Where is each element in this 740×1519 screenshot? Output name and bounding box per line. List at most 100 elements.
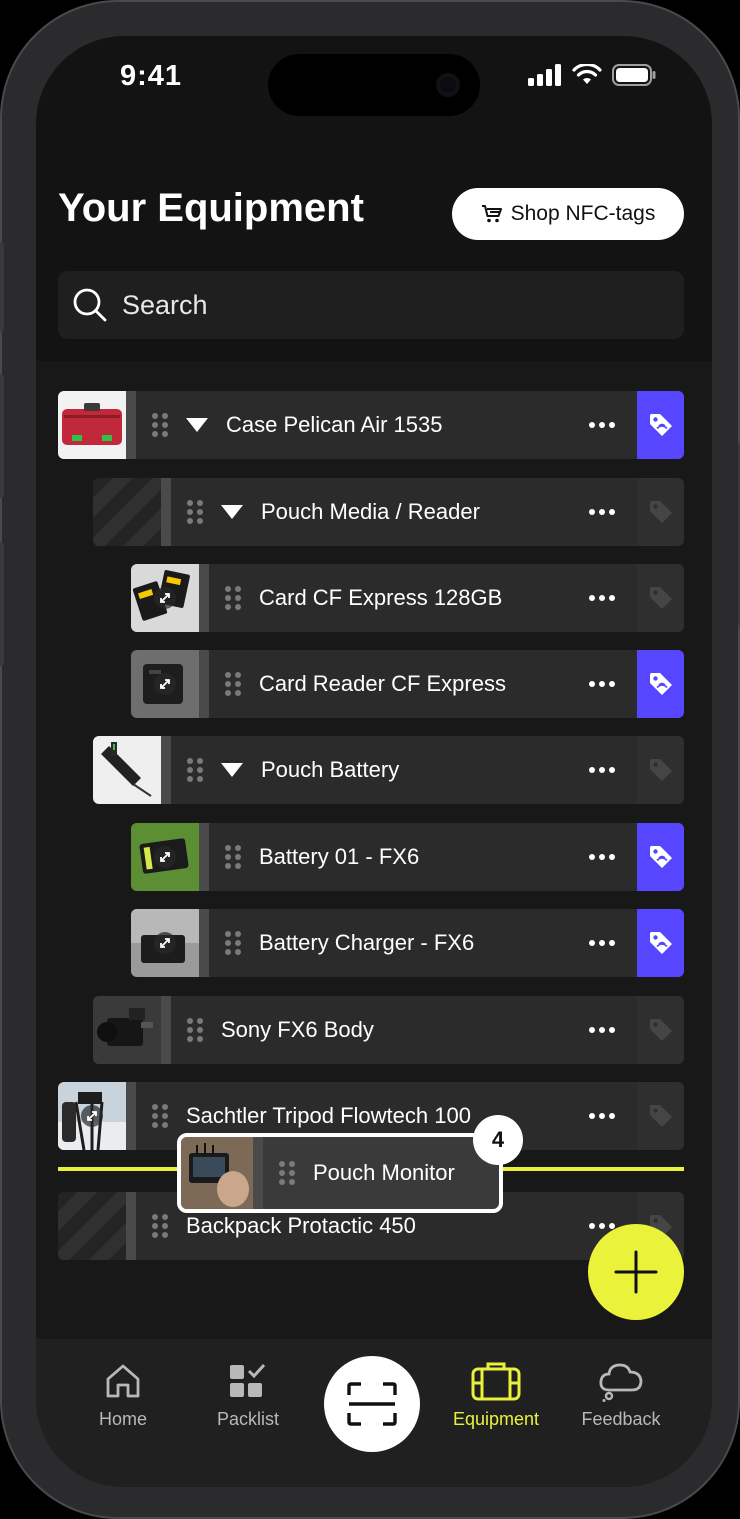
side-button bbox=[0, 374, 4, 498]
item-thumbnail bbox=[93, 478, 161, 546]
list-item[interactable]: Card CF Express 128GB bbox=[131, 564, 684, 632]
item-label: Battery Charger - FX6 bbox=[259, 930, 475, 955]
tab-bar: Home Packlist Equipment Feedback bbox=[36, 1339, 712, 1487]
expand-caret-icon[interactable] bbox=[186, 418, 208, 432]
item-label: Sachtler Tripod Flowtech 100 bbox=[186, 1103, 471, 1128]
item-label: Pouch Media / Reader bbox=[261, 499, 480, 524]
list-item[interactable]: Pouch Media / Reader bbox=[93, 478, 684, 546]
item-thumbnail bbox=[93, 736, 161, 804]
list-item[interactable]: Card Reader CF Express bbox=[131, 650, 684, 718]
drag-handle-icon[interactable] bbox=[152, 413, 168, 437]
drag-handle-icon[interactable] bbox=[279, 1161, 295, 1185]
list-item[interactable]: Pouch Battery bbox=[93, 736, 684, 804]
item-thumbnail bbox=[131, 823, 199, 891]
search-input[interactable]: Search bbox=[58, 271, 684, 339]
item-thumbnail bbox=[58, 1082, 126, 1150]
nfc-tag-icon[interactable] bbox=[637, 736, 684, 804]
item-label: Card CF Express 128GB bbox=[259, 585, 503, 610]
item-thumbnail bbox=[131, 909, 199, 977]
more-icon[interactable] bbox=[589, 854, 615, 860]
dynamic-island bbox=[268, 54, 480, 116]
item-label: Pouch Monitor bbox=[313, 1160, 455, 1185]
more-icon[interactable] bbox=[589, 940, 615, 946]
list-item[interactable]: Case Pelican Air 1535 bbox=[58, 391, 684, 459]
drag-count-badge: 4 bbox=[473, 1115, 523, 1165]
status-time: 9:41 bbox=[120, 60, 183, 92]
drag-handle-icon[interactable] bbox=[152, 1214, 168, 1238]
item-label: Pouch Battery bbox=[261, 757, 400, 782]
cart-icon bbox=[481, 205, 502, 223]
item-label: Card Reader CF Express bbox=[259, 671, 506, 696]
camera-icon bbox=[436, 73, 460, 97]
more-icon[interactable] bbox=[589, 1027, 615, 1033]
more-icon[interactable] bbox=[589, 1113, 615, 1119]
drag-handle-icon[interactable] bbox=[187, 1018, 203, 1042]
nfc-tag-icon[interactable] bbox=[637, 391, 684, 459]
page-title: Your Equipment bbox=[58, 186, 364, 230]
nfc-tag-icon[interactable] bbox=[637, 478, 684, 546]
more-icon[interactable] bbox=[589, 509, 615, 515]
item-thumbnail bbox=[93, 996, 161, 1064]
nfc-tag-icon[interactable] bbox=[637, 909, 684, 977]
more-icon[interactable] bbox=[589, 422, 615, 428]
item-thumbnail bbox=[131, 564, 199, 632]
signal-icon bbox=[528, 64, 561, 86]
phone-frame: 9:41 Your Equipment Shop NFC-tags Search bbox=[0, 0, 740, 1519]
nfc-tag-icon[interactable] bbox=[637, 823, 684, 891]
search-icon bbox=[73, 288, 107, 322]
more-icon[interactable] bbox=[589, 595, 615, 601]
item-label: Sony FX6 Body bbox=[221, 1017, 374, 1042]
list-item[interactable]: Battery 01 - FX6 bbox=[131, 823, 684, 891]
item-thumbnail bbox=[58, 1192, 126, 1260]
scan-icon bbox=[347, 1382, 397, 1426]
packlist-icon bbox=[230, 1363, 266, 1397]
tab-label: Packlist bbox=[216, 1409, 279, 1429]
drag-handle-icon[interactable] bbox=[225, 586, 241, 610]
item-thumbnail bbox=[58, 391, 126, 459]
drag-handle-icon[interactable] bbox=[187, 758, 203, 782]
list-item[interactable]: Sony FX6 Body bbox=[93, 996, 684, 1064]
tab-label: Home bbox=[98, 1409, 147, 1429]
nfc-tag-icon[interactable] bbox=[637, 650, 684, 718]
plus-icon bbox=[614, 1250, 658, 1294]
drag-handle-icon[interactable] bbox=[225, 672, 241, 696]
expand-caret-icon[interactable] bbox=[221, 505, 243, 519]
wifi-icon bbox=[572, 64, 602, 84]
item-thumbnail bbox=[181, 1137, 253, 1209]
search-placeholder: Search bbox=[122, 289, 208, 320]
item-thumbnail bbox=[131, 650, 199, 718]
list-item[interactable]: Battery Charger - FX6 bbox=[131, 909, 684, 977]
shop-nfc-label: Shop NFC-tags bbox=[510, 202, 656, 225]
item-label: Battery 01 - FX6 bbox=[259, 844, 420, 869]
nfc-tag-icon[interactable] bbox=[637, 996, 684, 1064]
side-button bbox=[0, 242, 4, 332]
cloud-icon bbox=[599, 1363, 643, 1402]
tab-equipment[interactable]: Equipment bbox=[436, 1359, 556, 1430]
status-icons bbox=[528, 64, 656, 86]
dragged-item[interactable]: Pouch Monitor bbox=[177, 1133, 503, 1213]
expand-caret-icon[interactable] bbox=[221, 763, 243, 777]
tab-feedback[interactable]: Feedback bbox=[561, 1359, 681, 1430]
tab-label: Equipment bbox=[452, 1409, 540, 1429]
item-label: Backpack Protactic 450 bbox=[186, 1213, 416, 1238]
add-item-button[interactable] bbox=[588, 1224, 684, 1320]
item-label: Case Pelican Air 1535 bbox=[226, 412, 443, 437]
side-button bbox=[0, 542, 4, 666]
more-icon[interactable] bbox=[589, 681, 615, 687]
tab-label: Feedback bbox=[581, 1409, 661, 1429]
drag-handle-icon[interactable] bbox=[225, 845, 241, 869]
nfc-tag-icon[interactable] bbox=[637, 1082, 684, 1150]
more-icon[interactable] bbox=[589, 1223, 615, 1229]
nfc-tag-icon[interactable] bbox=[637, 564, 684, 632]
drag-handle-icon[interactable] bbox=[225, 931, 241, 955]
shop-nfc-button[interactable]: Shop NFC-tags bbox=[452, 188, 684, 240]
briefcase-icon bbox=[471, 1362, 521, 1401]
home-icon bbox=[106, 1364, 140, 1398]
screen: 9:41 Your Equipment Shop NFC-tags Search bbox=[36, 36, 712, 1487]
drag-handle-icon[interactable] bbox=[187, 500, 203, 524]
drag-handle-icon[interactable] bbox=[152, 1104, 168, 1128]
tab-packlist[interactable]: Packlist bbox=[188, 1359, 308, 1430]
scan-button[interactable] bbox=[324, 1356, 420, 1452]
more-icon[interactable] bbox=[589, 767, 615, 773]
tab-home[interactable]: Home bbox=[63, 1359, 183, 1430]
